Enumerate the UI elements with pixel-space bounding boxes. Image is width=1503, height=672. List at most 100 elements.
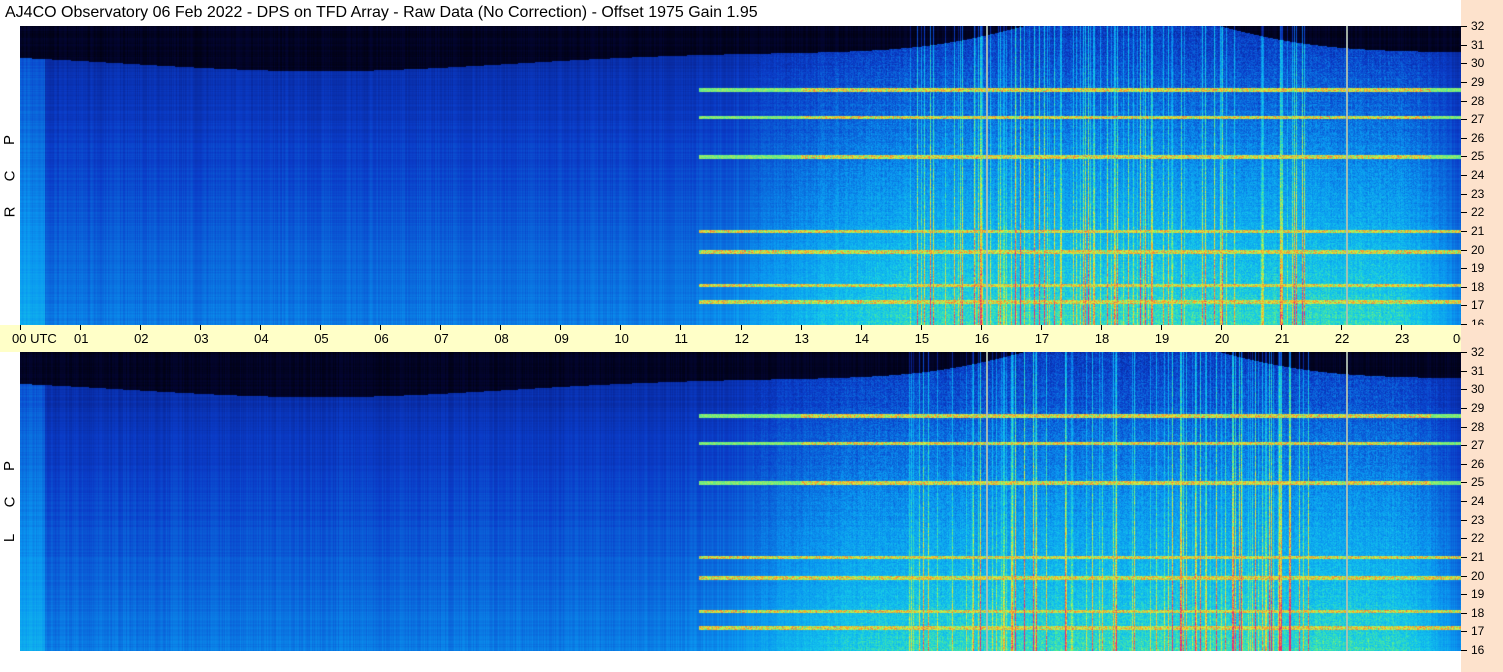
time-tick-label: 11 bbox=[674, 331, 688, 346]
freq-tick-label: 29 bbox=[1471, 400, 1485, 415]
vertical-marker-line bbox=[1345, 26, 1348, 325]
time-tick-label: 03 bbox=[194, 331, 209, 346]
time-tick bbox=[920, 325, 922, 330]
frequency-axis-rcp: 32 31 30 29 28 27 26 25 24 23 22 21 20 19 18 17 16 bbox=[1461, 0, 1503, 331]
freq-tick bbox=[1461, 230, 1467, 232]
time-tick bbox=[380, 325, 382, 330]
freq-tick-label: 18 bbox=[1471, 279, 1485, 294]
time-tick-label: 22 bbox=[1334, 331, 1350, 346]
freq-tick bbox=[1461, 100, 1467, 102]
panel-label-lcp: P C L bbox=[0, 352, 20, 651]
time-tick bbox=[740, 325, 742, 330]
time-tick bbox=[800, 325, 802, 330]
freq-tick bbox=[1461, 612, 1467, 614]
freq-tick bbox=[1461, 370, 1467, 372]
freq-tick bbox=[1461, 519, 1467, 521]
time-tick bbox=[1160, 325, 1162, 330]
time-tick-label: 19 bbox=[1154, 331, 1170, 346]
freq-tick bbox=[1461, 212, 1467, 214]
freq-tick-label: 27 bbox=[1471, 438, 1485, 453]
time-tick bbox=[1340, 325, 1342, 330]
freq-tick-label: 17 bbox=[1471, 624, 1485, 639]
freq-tick-label: 21 bbox=[1471, 223, 1485, 238]
time-tick bbox=[500, 325, 502, 330]
time-tick bbox=[1100, 325, 1102, 330]
time-tick bbox=[1220, 325, 1222, 330]
time-tick-label: 21 bbox=[1274, 331, 1290, 346]
time-tick-label: 13 bbox=[794, 331, 809, 346]
freq-tick bbox=[1461, 631, 1467, 633]
freq-tick-label: 31 bbox=[1471, 37, 1485, 52]
time-tick bbox=[1280, 325, 1282, 330]
freq-tick-label: 24 bbox=[1471, 168, 1485, 182]
time-tick-label: 16 bbox=[974, 331, 990, 346]
freq-tick-label: 19 bbox=[1471, 261, 1485, 276]
time-tick-label: 17 bbox=[1034, 331, 1050, 346]
freq-tick-label: 30 bbox=[1471, 382, 1485, 397]
freq-tick-label: 23 bbox=[1471, 512, 1485, 527]
time-tick-label: 02 bbox=[134, 331, 149, 346]
freq-tick bbox=[1461, 650, 1467, 651]
freq-tick bbox=[1461, 426, 1467, 428]
time-tick bbox=[1400, 325, 1402, 330]
freq-tick-label: 25 bbox=[1471, 475, 1485, 490]
bottom-margin bbox=[0, 651, 1461, 672]
freq-tick bbox=[1461, 407, 1467, 409]
time-tick bbox=[260, 325, 262, 330]
freq-tick-label: 20 bbox=[1471, 242, 1485, 257]
vertical-marker-line bbox=[985, 352, 988, 651]
time-tick bbox=[680, 325, 682, 330]
vertical-marker-line bbox=[985, 26, 988, 325]
chart-title: AJ4CO Observatory 06 Feb 2022 - DPS on T… bbox=[5, 4, 758, 21]
time-tick bbox=[80, 325, 82, 330]
freq-tick bbox=[1461, 249, 1467, 251]
time-tick bbox=[860, 325, 862, 330]
time-tick-label: 20 bbox=[1214, 331, 1230, 346]
freq-tick bbox=[1461, 63, 1467, 65]
freq-tick bbox=[1461, 193, 1467, 195]
time-tick-label: 10 bbox=[614, 331, 629, 346]
time-tick-label: 12 bbox=[734, 331, 749, 346]
freq-tick bbox=[1461, 81, 1467, 83]
freq-tick-label: 24 bbox=[1471, 494, 1485, 508]
spectrogram-canvas-lcp bbox=[20, 352, 1461, 651]
freq-tick-label: 28 bbox=[1471, 93, 1485, 108]
time-tick-label: 06 bbox=[374, 331, 389, 346]
freq-tick-label: 20 bbox=[1471, 568, 1485, 583]
spectrogram-canvas-rcp bbox=[20, 26, 1461, 325]
freq-tick-label: 23 bbox=[1471, 186, 1485, 201]
time-tick-label: 09 bbox=[554, 331, 569, 346]
spectrogram-lcp bbox=[20, 352, 1461, 651]
time-tick bbox=[560, 325, 562, 330]
time-tick-label: 08 bbox=[494, 331, 509, 346]
freq-tick-label: 22 bbox=[1471, 205, 1485, 220]
time-tick-label: 04 bbox=[254, 331, 269, 346]
time-tick bbox=[980, 325, 982, 330]
freq-tick-label: 32 bbox=[1471, 345, 1485, 359]
freq-tick-label: 19 bbox=[1471, 587, 1485, 602]
time-tick-label: 14 bbox=[854, 331, 870, 346]
freq-tick bbox=[1461, 119, 1467, 121]
time-tick bbox=[320, 325, 322, 330]
time-tick-label: 01 bbox=[74, 331, 89, 346]
freq-tick-label: 28 bbox=[1471, 419, 1485, 434]
time-tick-label: 23 bbox=[1394, 331, 1410, 346]
time-tick bbox=[1040, 325, 1042, 330]
time-tick-label: 18 bbox=[1094, 331, 1110, 346]
freq-tick-label: 22 bbox=[1471, 531, 1485, 546]
freq-tick bbox=[1461, 26, 1467, 27]
freq-tick bbox=[1461, 156, 1467, 158]
freq-tick-label: 26 bbox=[1471, 456, 1485, 471]
freq-tick-label: 21 bbox=[1471, 549, 1485, 564]
freq-tick-label: 27 bbox=[1471, 112, 1485, 127]
time-tick bbox=[20, 325, 21, 330]
freq-tick bbox=[1461, 594, 1467, 596]
panel-label-rcp: P C R bbox=[0, 26, 20, 325]
vertical-marker-line bbox=[1345, 352, 1348, 651]
spectrogram-rcp bbox=[20, 26, 1461, 325]
freq-tick bbox=[1461, 286, 1467, 288]
time-tick bbox=[140, 325, 142, 330]
freq-tick-label: 25 bbox=[1471, 149, 1485, 164]
freq-tick bbox=[1461, 575, 1467, 577]
time-tick-label: 07 bbox=[434, 331, 449, 346]
